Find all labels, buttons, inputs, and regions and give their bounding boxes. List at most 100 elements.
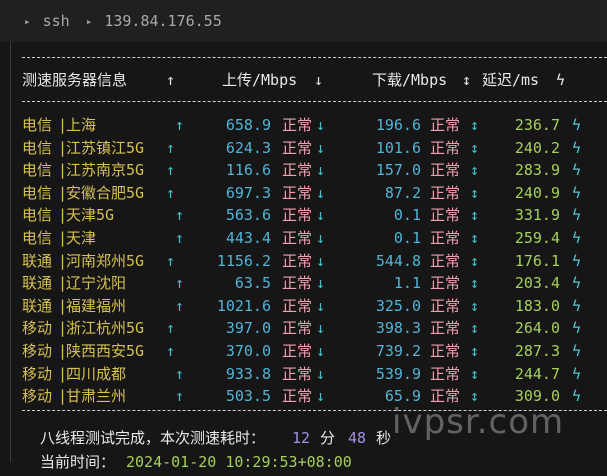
table-row: 电信 | 天津 ↑ 443.4 正常 ↓ 0.1 正常 ↕ 259.4 ϟ [0,227,607,249]
row-city: 福建福州 [66,297,127,315]
row-download-status: 正常 [430,274,461,292]
header-upload: 上传/Mbps [222,71,298,89]
row-isp: 移动 [22,342,53,360]
row-download: 0.1 [393,229,421,247]
bolt-icon: ϟ [572,252,582,270]
table-row: 联通 | 河南郑州5G ↑ 1156.2 正常 ↓ 544.8 正常 ↕ 176.1 ϟ [0,250,607,272]
row-isp: 电信 [22,116,53,134]
updown-arrow-icon: ↕ [470,116,480,134]
breadcrumb: ▸ ssh ▸ 139.84.176.55 [0,0,607,42]
time-label: 当前时间： [40,453,116,471]
row-isp: 移动 [22,365,53,383]
down-arrow-icon: ↓ [316,319,326,337]
down-arrow-icon: ↓ [314,71,324,89]
row-download-status: 正常 [430,184,461,202]
row-isp: 联通 [22,252,53,270]
row-download-status: 正常 [430,161,461,179]
row-latency: 203.4 [514,274,560,292]
table-row: 电信 | 安徽合肥5G ↑ 697.3 正常 ↓ 87.2 正常 ↕ 240.9 ϟ [0,182,607,204]
row-download: 87.2 [384,184,421,202]
row-latency: 283.9 [514,161,560,179]
row-download-status: 正常 [430,252,461,270]
up-arrow-icon: ↑ [175,297,185,315]
row-upload-status: 正常 [282,252,313,270]
row-city: 江苏南京5G [66,161,145,179]
row-download: 398.3 [375,319,421,337]
time-value: 2024-01-20 10:29:53+08:00 [126,453,352,471]
up-arrow-icon: ↑ [166,71,176,89]
breadcrumb-host[interactable]: 139.84.176.55 [104,12,221,30]
up-arrow-icon: ↑ [175,274,185,292]
table-header: 测速服务器信息 ↑ 上传/Mbps ↓ 下载/Mbps ↕ 延迟/ms ϟ [0,69,607,91]
row-city: 甘肃兰州 [66,387,127,405]
up-arrow-icon: ↑ [175,116,185,134]
row-upload-status: 正常 [282,206,313,224]
row-download-status: 正常 [430,206,461,224]
row-upload-status: 正常 [282,184,313,202]
updown-arrow-icon: ↕ [470,297,480,315]
row-upload-status: 正常 [282,319,313,337]
row-isp: 移动 [22,387,53,405]
row-isp: 联通 [22,274,53,292]
header-server: 测速服务器信息 [22,71,128,89]
table-row: 电信 | 江苏镇江5G ↑ 624.3 正常 ↓ 101.6 正常 ↕ 240.2 ϟ [0,137,607,159]
row-upload-status: 正常 [282,297,313,315]
row-download: 739.2 [375,342,421,360]
row-city: 河南郑州5G [66,252,145,270]
row-latency: 236.7 [514,116,560,134]
up-arrow-icon: ↑ [166,184,176,202]
row-upload: 1021.6 [216,297,271,315]
updown-arrow-icon: ↕ [470,229,480,247]
row-download-status: 正常 [430,139,461,157]
breadcrumb-ssh[interactable]: ssh [43,12,70,30]
row-latency: 259.4 [514,229,560,247]
up-arrow-icon: ↑ [166,139,176,157]
row-upload-status: 正常 [282,365,313,383]
row-upload: 370.0 [225,342,271,360]
down-arrow-icon: ↓ [316,252,326,270]
row-download: 539.9 [375,365,421,383]
row-isp: 电信 [22,161,53,179]
row-upload: 933.8 [225,365,271,383]
summary-minutes: 12 [292,429,311,447]
row-upload: 397.0 [225,319,271,337]
row-upload: 697.3 [225,184,271,202]
row-upload-status: 正常 [282,229,313,247]
row-isp: 电信 [22,139,53,157]
up-arrow-icon: ↑ [166,319,176,337]
chevron-right-icon: ▸ [24,14,31,28]
up-arrow-icon: ↑ [175,206,185,224]
row-city: 天津 [66,229,97,247]
table-row: 联通 | 福建福州 ↑ 1021.6 正常 ↓ 325.0 正常 ↕ 183.0 ϟ [0,295,607,317]
down-arrow-icon: ↓ [316,274,326,292]
down-arrow-icon: ↓ [316,387,326,405]
row-latency: 183.0 [514,297,560,315]
row-city: 辽宁沈阳 [66,274,127,292]
row-city: 浙江杭州5G [66,319,145,337]
up-arrow-icon: ↑ [166,252,176,270]
updown-arrow-icon: ↕ [470,206,480,224]
down-arrow-icon: ↓ [316,139,326,157]
table-row: 移动 | 陕西西安5G ↑ 370.0 正常 ↓ 739.2 正常 ↕ 287.3 ϟ [0,340,607,362]
row-isp: 电信 [22,184,53,202]
updown-arrow-icon: ↕ [470,319,480,337]
row-download-status: 正常 [430,365,461,383]
updown-arrow-icon: ↕ [462,71,472,89]
row-upload-status: 正常 [282,387,313,405]
row-city: 安徽合肥5G [66,184,145,202]
row-upload: 563.6 [225,206,271,224]
row-download-status: 正常 [430,116,461,134]
header-download: 下载/Mbps [372,71,448,89]
bolt-icon: ϟ [572,274,582,292]
row-upload-status: 正常 [282,161,313,179]
row-latency: 240.9 [514,184,560,202]
row-upload: 443.4 [225,229,271,247]
row-upload: 116.6 [225,161,271,179]
updown-arrow-icon: ↕ [470,139,480,157]
row-isp: 联通 [22,297,53,315]
updown-arrow-icon: ↕ [470,365,480,383]
up-arrow-icon: ↑ [175,365,185,383]
bolt-icon: ϟ [572,229,582,247]
bolt-icon: ϟ [572,365,582,383]
row-city: 上海 [66,116,97,134]
